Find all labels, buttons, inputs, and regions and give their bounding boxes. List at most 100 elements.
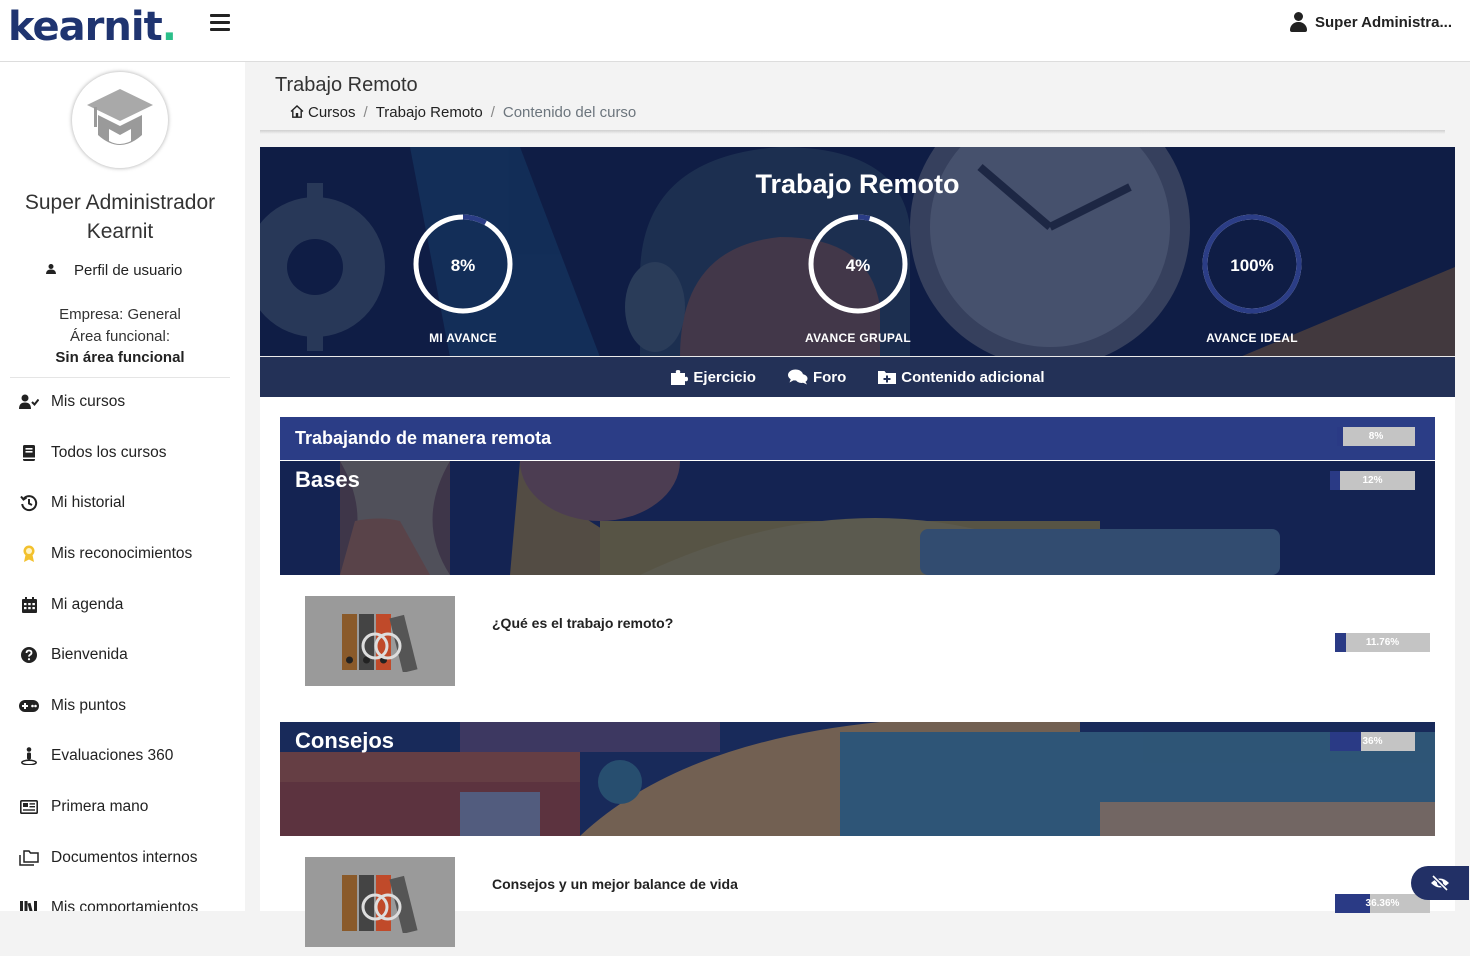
sidebar-item-mis-cursos[interactable]: Mis cursos <box>0 377 245 428</box>
tab-label: Contenido adicional <box>901 368 1045 386</box>
sidebar-item-label: Primera mano <box>51 798 149 816</box>
eye-slash-icon <box>1431 875 1449 891</box>
puzzle-icon <box>671 370 689 385</box>
ring-avance-ideal: 100% AVANCE IDEAL <box>1182 212 1322 345</box>
sidebar-item-mis-puntos[interactable]: Mis puntos <box>0 681 245 732</box>
breadcrumb-home-link[interactable]: Cursos <box>308 104 356 121</box>
newspaper-icon <box>18 796 40 818</box>
lesson-row[interactable]: Consejos y un mejor balance de vida 36.3… <box>280 836 1435 956</box>
logo-text: kearnit <box>8 4 163 50</box>
admin-name: Super Administrador Kearnit <box>0 188 240 246</box>
banner-title: Trabajo Remoto <box>755 169 960 199</box>
lesson-thumbnail <box>305 857 455 947</box>
books-icon <box>18 897 40 911</box>
hide-button[interactable] <box>1411 866 1469 900</box>
calendar-icon <box>18 594 40 616</box>
profile-link[interactable]: Perfil de usuario <box>44 262 182 279</box>
user-icon <box>44 263 58 278</box>
sidebar-item-mis-comportamientos[interactable]: Mis comportamientos <box>0 883 245 911</box>
section-title: Consejos <box>295 728 395 753</box>
section-title: Bases <box>295 467 360 492</box>
banner-tabs: Ejercicio Foro Contenido adicional <box>260 357 1455 397</box>
module-title: Trabajando de manera remota <box>295 428 552 448</box>
lesson-row[interactable]: ¿Qué es el trabajo remoto? 11.76% <box>280 575 1435 695</box>
progress-bar-text: 11.76% <box>1365 637 1400 648</box>
binders-icon <box>342 875 418 933</box>
admin-name-line1: Super Administrador <box>24 191 216 214</box>
admin-name-line2: Kearnit <box>86 220 154 243</box>
sidebar: Super Administrador Kearnit Perfil de us… <box>0 62 245 911</box>
area-label: Área funcional: <box>69 327 171 345</box>
company-label: Empresa: General <box>59 306 181 323</box>
breadcrumb-current: Contenido del curso <box>502 104 637 121</box>
progress-ring: 4% <box>808 214 908 314</box>
course-content: Trabajando de manera remota 8% Bases 12%… <box>260 397 1455 947</box>
comments-icon <box>787 369 808 385</box>
user-menu[interactable]: Super Administra... <box>1289 12 1452 32</box>
sidebar-item-primera-mano[interactable]: Primera mano <box>0 782 245 833</box>
breadcrumb: Cursos / Trabajo Remoto / Contenido del … <box>290 104 636 121</box>
progress-bar-text: 36.36% <box>1365 898 1400 909</box>
sidebar-item-bienvenida[interactable]: Bienvenida <box>0 630 245 681</box>
hamburger-icon[interactable] <box>210 14 230 32</box>
sidebar-item-mi-historial[interactable]: Mi historial <box>0 478 245 529</box>
sidebar-item-todos-los-cursos[interactable]: Todos los cursos <box>0 428 245 479</box>
sidebar-item-mi-agenda[interactable]: Mi agenda <box>0 579 245 630</box>
sidebar-item-label: Mis puntos <box>51 696 126 714</box>
breadcrumb-course-link[interactable]: Trabajo Remoto <box>376 104 483 121</box>
home-icon[interactable] <box>290 104 304 121</box>
tab-ejercicio[interactable]: Ejercicio <box>670 369 756 386</box>
module-header[interactable]: Trabajando de manera remota 8% <box>280 417 1435 460</box>
sidebar-item-label: Documentos internos <box>51 848 198 866</box>
binders-icon <box>342 614 418 672</box>
user-icon <box>1289 12 1308 32</box>
lesson-progress-bar: 36.36% <box>1335 894 1430 913</box>
logo-dot: . <box>161 4 177 50</box>
sidebar-item-documentos-internos[interactable]: Documentos internos <box>0 832 245 883</box>
profile-link-label: Perfil de usuario <box>74 262 183 279</box>
user-check-icon <box>18 391 40 413</box>
book-icon <box>18 442 40 464</box>
progress-ring: 8% <box>413 214 513 314</box>
company-info: Empresa: General Área funcional: Sin áre… <box>0 304 240 369</box>
progress-bar-text: 8% <box>1368 431 1384 442</box>
ring-label: AVANCE IDEAL <box>1206 331 1298 345</box>
section-illustration <box>340 461 1280 575</box>
lesson-title: Consejos y un mejor balance de vida <box>492 876 738 892</box>
sidebar-item-evaluaciones-360[interactable]: Evaluaciones 360 <box>0 731 245 782</box>
breadcrumb-separator: / <box>363 104 368 121</box>
section-illustration <box>280 722 1435 836</box>
page-title: Trabajo Remoto <box>275 74 418 96</box>
section-header-consejos[interactable]: Consejos 36% <box>280 722 1435 836</box>
lesson-title: ¿Qué es el trabajo remoto? <box>492 615 674 631</box>
module-progress-bar: 8% <box>1337 427 1415 446</box>
graduation-cap-icon <box>87 89 153 145</box>
user-name: Super Administra... <box>1315 13 1452 31</box>
ring-label: AVANCE GRUPAL <box>805 331 911 345</box>
tab-label: Ejercicio <box>693 368 756 386</box>
progress-bar-text: 12% <box>1362 475 1383 486</box>
sidebar-item-label: Todos los cursos <box>51 443 167 461</box>
progress-ring: 100% <box>1202 214 1302 314</box>
section-header-bases[interactable]: Bases 12% <box>280 461 1435 575</box>
tab-foro[interactable]: Foro <box>787 369 846 386</box>
person-pin-icon <box>18 745 40 767</box>
ring-label: MI AVANCE <box>429 331 497 345</box>
ring-value: 8% <box>451 256 476 275</box>
breadcrumb-separator: / <box>490 104 495 121</box>
sidebar-item-label: Mis cursos <box>51 393 126 411</box>
history-icon <box>18 492 40 514</box>
main-content: Trabajo Remoto Cursos / Trabajo Remoto /… <box>260 62 1455 947</box>
sidebar-item-label: Evaluaciones 360 <box>51 747 174 765</box>
sidebar-item-mis-reconocimientos[interactable]: Mis reconocimientos <box>0 529 245 580</box>
folders-icon <box>18 847 40 869</box>
ring-mi-avance: 8% MI AVANCE <box>393 212 533 345</box>
award-icon <box>18 543 40 565</box>
lesson-progress-bar: 11.76% <box>1335 633 1430 652</box>
app-logo[interactable]: kearnit. <box>8 4 177 50</box>
tab-contenido-adicional[interactable]: Contenido adicional <box>878 368 1045 386</box>
section-progress-bar: 12% <box>1330 471 1415 490</box>
ring-value: 4% <box>846 256 871 275</box>
question-circle-icon <box>18 644 40 666</box>
ring-value: 100% <box>1230 256 1273 275</box>
